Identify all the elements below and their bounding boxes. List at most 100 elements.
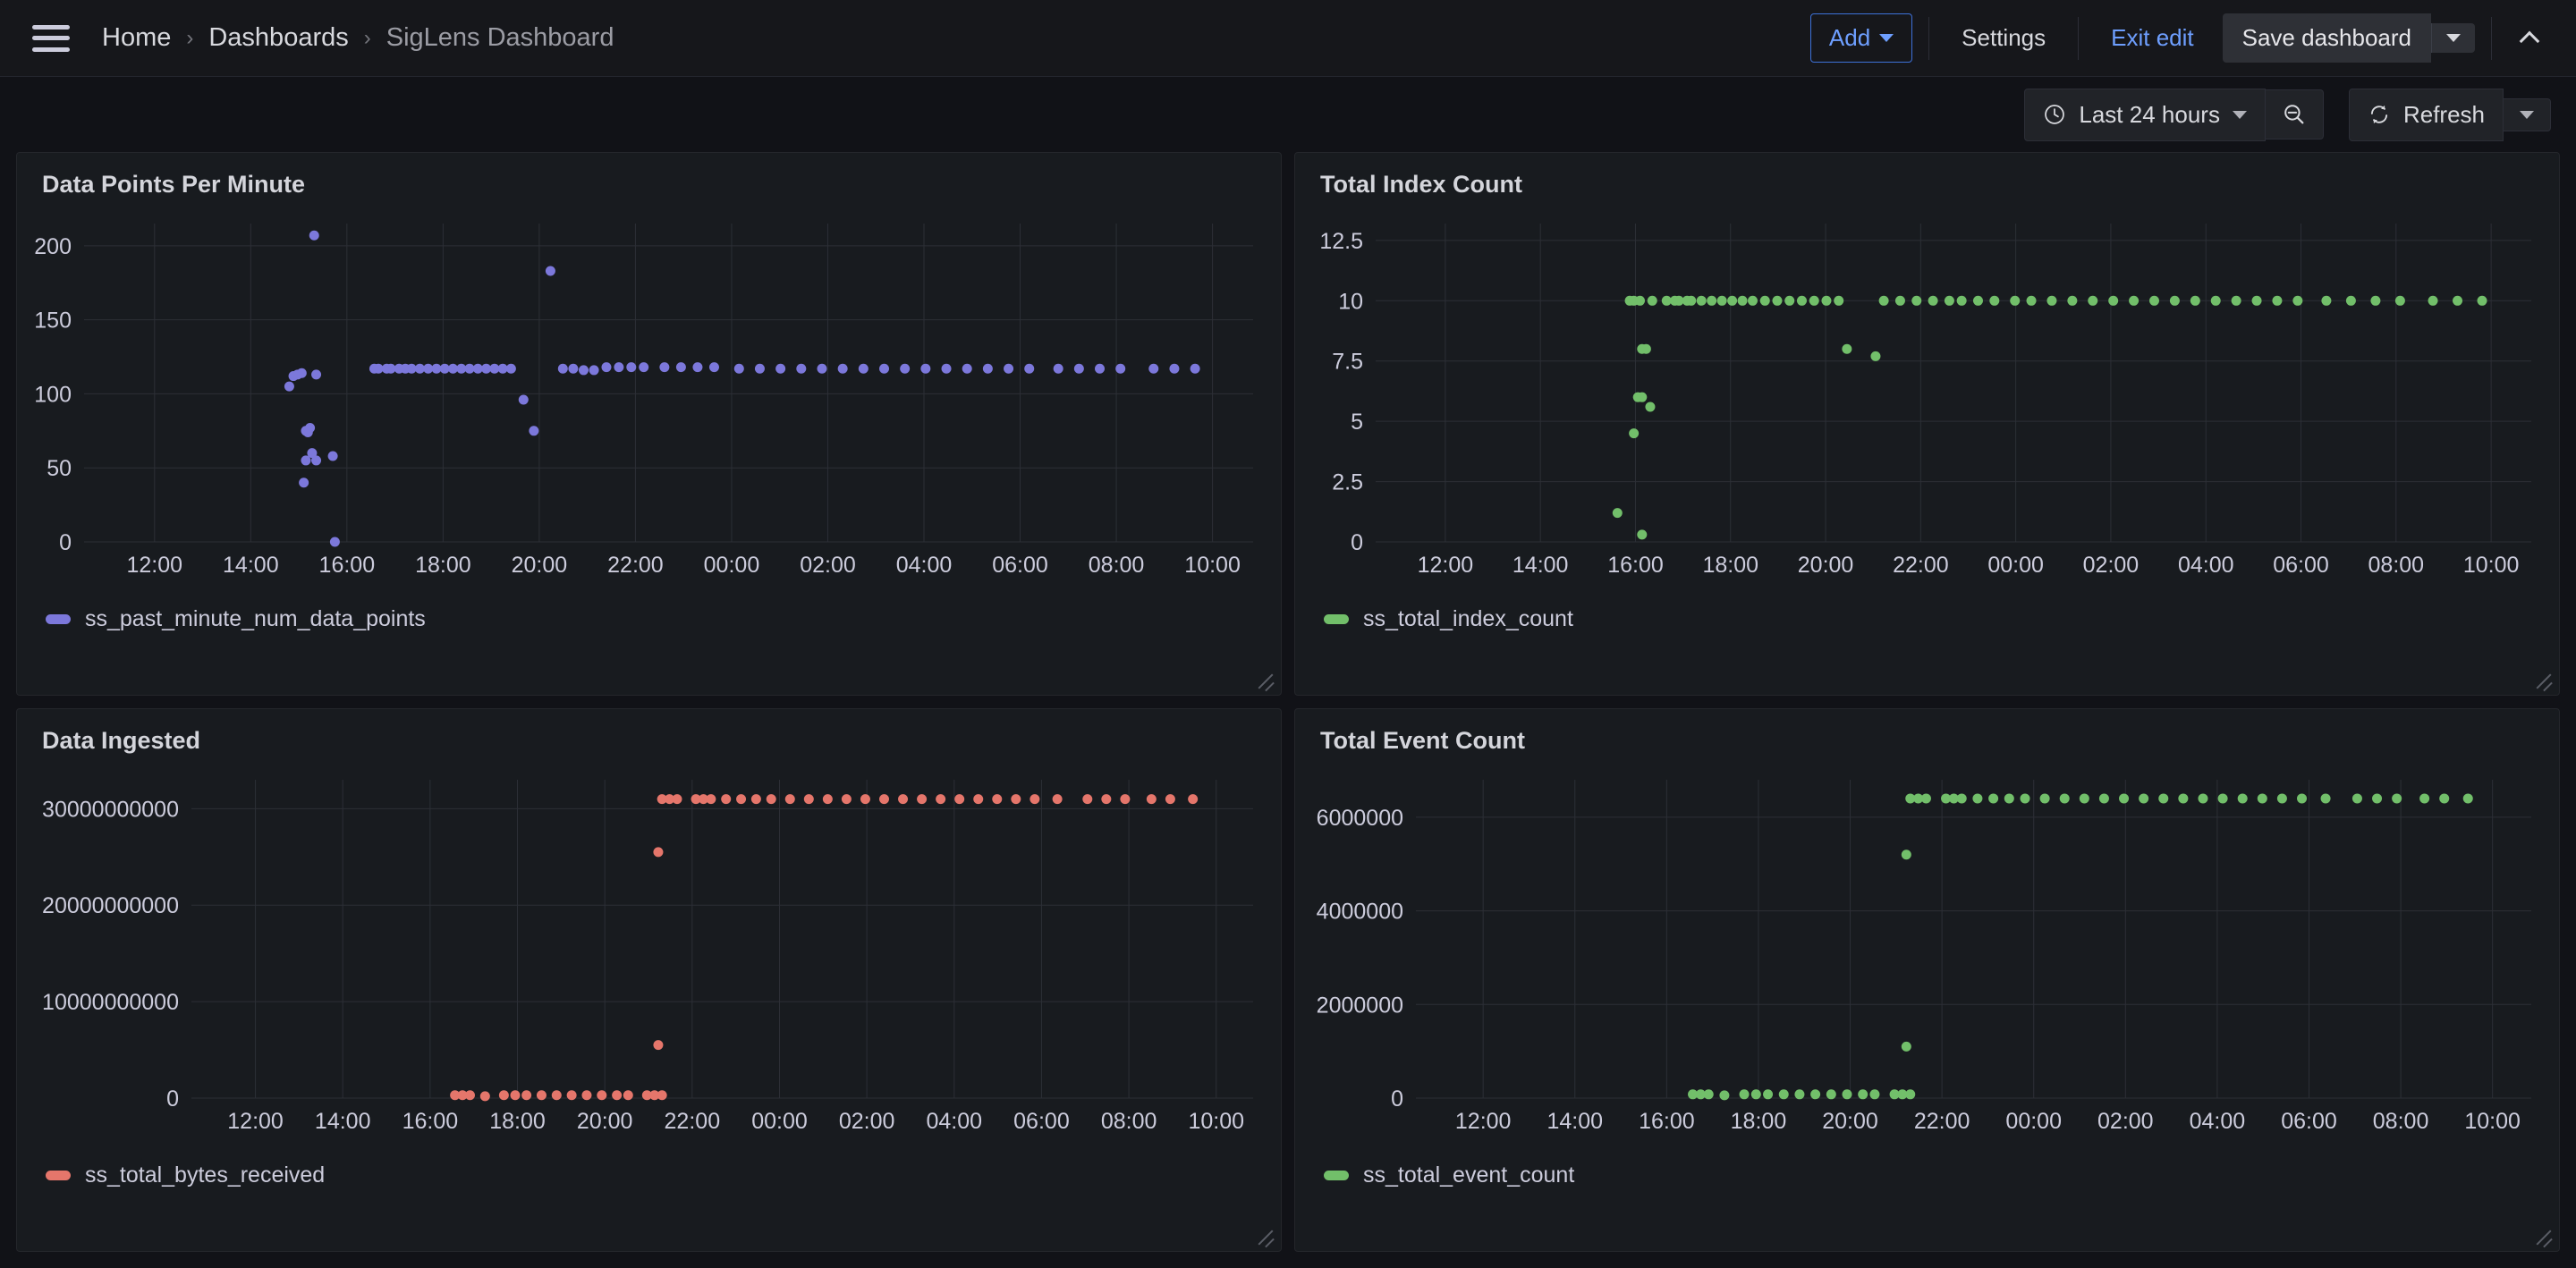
- svg-text:10:00: 10:00: [1184, 553, 1241, 578]
- svg-text:16:00: 16:00: [1639, 1109, 1695, 1134]
- chevron-down-icon: [1879, 34, 1894, 42]
- panel-resize-handle[interactable]: [1253, 1223, 1276, 1248]
- exit-edit-button[interactable]: Exit edit: [2095, 14, 2210, 62]
- svg-text:0: 0: [1351, 530, 1363, 555]
- svg-text:14:00: 14:00: [315, 1109, 371, 1134]
- time-range-controls: Last 24 hours Refresh: [2024, 88, 2551, 141]
- breadcrumb: Home › Dashboards › SigLens Dashboard: [100, 23, 615, 53]
- panel-resize-handle[interactable]: [1253, 667, 1276, 692]
- svg-text:10:00: 10:00: [2463, 553, 2520, 578]
- svg-text:100: 100: [34, 382, 72, 407]
- svg-text:10:00: 10:00: [1188, 1109, 1244, 1134]
- panel-title: Data Points Per Minute: [42, 171, 306, 198]
- time-range-picker[interactable]: Last 24 hours: [2024, 88, 2266, 141]
- chevron-down-icon: [2232, 110, 2247, 119]
- svg-text:08:00: 08:00: [2368, 553, 2425, 578]
- plot-area-0[interactable]: 12:00 14:00 16:00 18:00 20:00 22:00 00:00 02:00…: [17, 199, 1281, 601]
- svg-text:18:00: 18:00: [489, 1109, 546, 1134]
- svg-text:12:00: 12:00: [127, 553, 183, 578]
- scatter-plot-1: 12:00 14:00 16:00 18:00 20:00 22:00 00:00 02:00…: [1319, 224, 2531, 578]
- legend-label[interactable]: ss_total_bytes_received: [85, 1162, 325, 1188]
- chevron-down-icon: [2446, 34, 2461, 42]
- panel-total-index-count[interactable]: Total Index Count 12:00 14:00 16:00 18:00 20…: [1294, 152, 2560, 696]
- plot-area-1[interactable]: 12:00 14:00 16:00 18:00 20:00 22:00 00:00 02:00…: [1295, 199, 2559, 601]
- breadcrumb-item-dashboards[interactable]: Dashboards: [207, 23, 350, 53]
- svg-text:20:00: 20:00: [1822, 1109, 1878, 1134]
- svg-text:04:00: 04:00: [896, 553, 953, 578]
- svg-text:6000000: 6000000: [1317, 806, 1403, 831]
- svg-text:08:00: 08:00: [1101, 1109, 1157, 1134]
- svg-text:22:00: 22:00: [1893, 553, 1949, 578]
- svg-text:10: 10: [1338, 289, 1363, 314]
- svg-text:04:00: 04:00: [2178, 553, 2234, 578]
- refresh-dashboard-button[interactable]: Refresh: [2348, 88, 2504, 141]
- refresh-label: Refresh: [2402, 100, 2485, 128]
- divider: [1928, 16, 1930, 60]
- svg-text:00:00: 00:00: [751, 1109, 808, 1134]
- svg-text:7.5: 7.5: [1332, 350, 1363, 375]
- add-panel-button[interactable]: Add: [1809, 13, 1913, 63]
- svg-text:06:00: 06:00: [992, 553, 1048, 578]
- svg-text:06:00: 06:00: [1013, 1109, 1070, 1134]
- scatter-plot-3: 12:00 14:00 16:00 18:00 20:00 22:00 00:00 02:00…: [1317, 780, 2531, 1134]
- svg-text:02:00: 02:00: [839, 1109, 895, 1134]
- svg-text:02:00: 02:00: [2097, 1109, 2154, 1134]
- panel-title: Total Index Count: [1320, 171, 1522, 198]
- scatter-plot-0: 12:00 14:00 16:00 18:00 20:00 22:00 00:00 02:00…: [34, 224, 1253, 578]
- hamburger-menu-icon[interactable]: [32, 24, 70, 52]
- svg-text:02:00: 02:00: [800, 553, 856, 578]
- svg-text:00:00: 00:00: [2005, 1109, 2062, 1134]
- svg-text:16:00: 16:00: [1607, 553, 1664, 578]
- svg-text:18:00: 18:00: [415, 553, 471, 578]
- panel-data-points-per-minute[interactable]: Data Points Per Minute 12:00 14:00 16:00 18…: [16, 152, 1282, 696]
- breadcrumb-item-home[interactable]: Home: [100, 23, 173, 53]
- svg-text:150: 150: [34, 309, 72, 334]
- legend-label[interactable]: ss_total_index_count: [1363, 606, 1573, 632]
- panel-title: Total Event Count: [1320, 727, 1525, 754]
- topbar-actions: Add Settings Exit edit Save dashboard: [1809, 0, 2551, 76]
- save-dashboard-dropdown-button[interactable]: [2431, 23, 2475, 53]
- legend-1: ss_total_index_count: [1295, 606, 2559, 632]
- svg-text:16:00: 16:00: [402, 1109, 459, 1134]
- panel-title: Data Ingested: [42, 727, 201, 754]
- legend-2: ss_total_bytes_received: [17, 1162, 1281, 1188]
- panel-total-event-count[interactable]: Total Event Count 12:00 14:00 16:00 18:00 20…: [1294, 708, 2560, 1252]
- zoom-out-time-range-button[interactable]: [2265, 89, 2324, 139]
- svg-text:20000000000: 20000000000: [42, 893, 179, 918]
- legend-label[interactable]: ss_past_minute_num_data_points: [85, 606, 426, 632]
- svg-text:00:00: 00:00: [1987, 553, 2044, 578]
- svg-text:0: 0: [1391, 1086, 1403, 1112]
- panel-resize-handle[interactable]: [2531, 1223, 2555, 1248]
- add-button-label: Add: [1828, 24, 1871, 51]
- panel-resize-handle[interactable]: [2531, 667, 2555, 692]
- svg-text:16:00: 16:00: [319, 553, 376, 578]
- svg-text:02:00: 02:00: [2083, 553, 2140, 578]
- svg-text:2.5: 2.5: [1332, 470, 1363, 495]
- plot-area-2[interactable]: 12:00 14:00 16:00 18:00 20:00 22:00 00:00 02:00…: [17, 755, 1281, 1157]
- svg-text:04:00: 04:00: [927, 1109, 983, 1134]
- save-dashboard-button[interactable]: Save dashboard: [2222, 13, 2431, 63]
- settings-button[interactable]: Settings: [1945, 14, 2062, 62]
- legend-label[interactable]: ss_total_event_count: [1363, 1162, 1574, 1188]
- svg-text:12:00: 12:00: [227, 1109, 284, 1134]
- clock-icon: [2045, 105, 2065, 124]
- dashboard-panel-grid: Data Points Per Minute 12:00 14:00 16:00 18…: [0, 152, 2576, 1252]
- svg-text:10:00: 10:00: [2464, 1109, 2521, 1134]
- svg-text:20:00: 20:00: [512, 553, 568, 578]
- chevron-up-icon: [2519, 30, 2540, 51]
- refresh-icon: [2370, 105, 2388, 124]
- svg-text:08:00: 08:00: [2373, 1109, 2429, 1134]
- plot-area-3[interactable]: 12:00 14:00 16:00 18:00 20:00 22:00 00:00 02:00…: [1295, 755, 2559, 1157]
- svg-text:08:00: 08:00: [1089, 553, 1145, 578]
- collapse-toolbar-button[interactable]: [2508, 20, 2551, 57]
- time-range-label: Last 24 hours: [2079, 100, 2220, 128]
- refresh-interval-dropdown-button[interactable]: [2504, 97, 2551, 131]
- breadcrumb-separator: ›: [363, 25, 371, 50]
- breadcrumb-separator: ›: [186, 25, 194, 50]
- svg-text:12:00: 12:00: [1418, 553, 1474, 578]
- panel-data-ingested[interactable]: Data Ingested 12:00 14:00 16:00 18:00 20:00 2…: [16, 708, 1282, 1252]
- breadcrumb-item-current[interactable]: SigLens Dashboard: [385, 23, 616, 53]
- svg-text:50: 50: [47, 456, 72, 481]
- svg-text:06:00: 06:00: [2273, 553, 2329, 578]
- svg-text:0: 0: [59, 530, 72, 555]
